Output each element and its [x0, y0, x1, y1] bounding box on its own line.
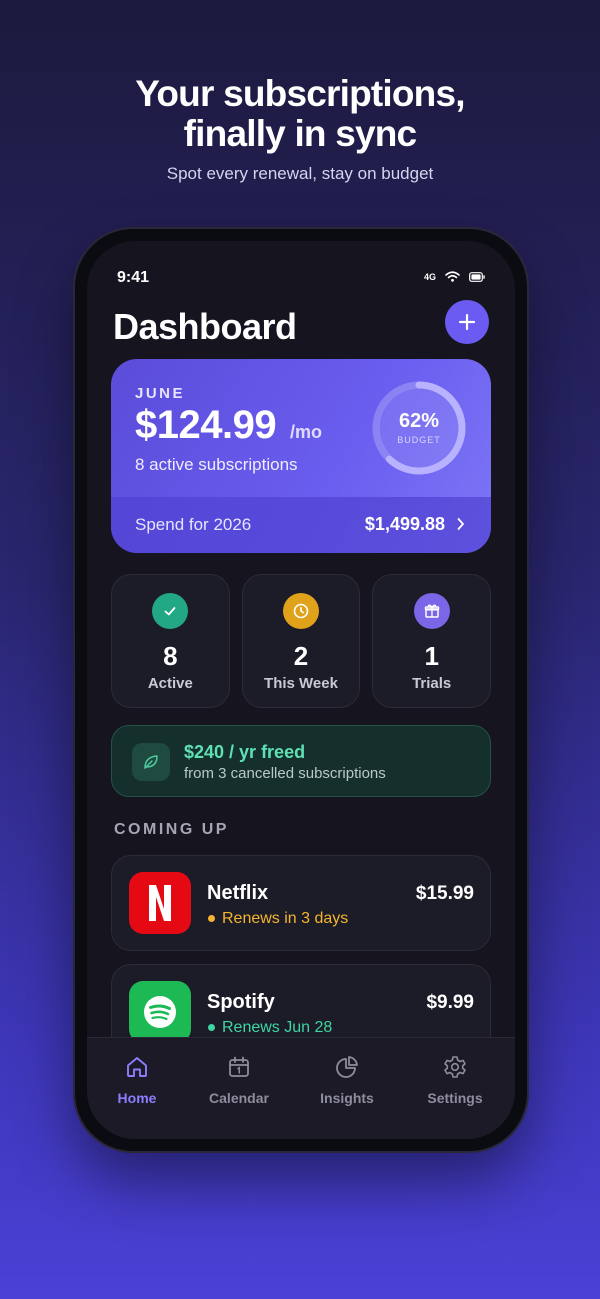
leaf-icon [132, 743, 170, 781]
tab-label: Home [117, 1090, 157, 1106]
tab-bar: Home Calendar Insights Settings [87, 1037, 515, 1139]
active-subscriptions-text: 8 active subscriptions [135, 455, 298, 474]
summary-month: JUNE [135, 385, 186, 402]
clock-icon [283, 593, 319, 629]
renewal-text: Renews Jun 28 [222, 1019, 333, 1036]
add-subscription-button[interactable] [445, 300, 489, 344]
stat-value: 1 [424, 641, 439, 671]
stat-value: 2 [293, 641, 309, 671]
tab-calendar[interactable]: Calendar [189, 1038, 289, 1128]
home-icon [127, 1057, 147, 1077]
network-label: 4G [423, 271, 436, 282]
status-dot [208, 1024, 215, 1031]
tab-label: Calendar [209, 1090, 269, 1106]
tab-settings[interactable]: Settings [405, 1038, 505, 1128]
stat-label: This Week [264, 675, 338, 692]
tab-label: Settings [427, 1090, 483, 1106]
coming-up-heading: COMING UP [114, 821, 229, 838]
savings-banner[interactable]: $240 / yr freed from 3 cancelled subscri… [111, 725, 491, 797]
stat-card-this-week[interactable]: 2 This Week [241, 574, 361, 708]
battery-icon [469, 271, 485, 282]
page-title: Dashboard [113, 306, 297, 347]
stats-row: 8 Active 2 This Week 1 Trials [111, 574, 492, 708]
stat-card-trials[interactable]: 1 Trials [372, 574, 492, 708]
budget-percent: 62% [398, 410, 440, 432]
status-bar: 9:41 4G [117, 269, 485, 289]
netflix-logo [129, 872, 191, 934]
subscription-name: Netflix [207, 882, 269, 904]
pie-chart-icon [336, 1056, 358, 1078]
stat-label: Active [147, 675, 193, 692]
chevron-right-icon [457, 518, 464, 530]
plus-icon [458, 313, 476, 331]
status-icons: 4G [424, 271, 485, 282]
hero-title: Your subscriptions, finally in sync [0, 74, 600, 154]
monthly-amount: $124.99 [135, 403, 277, 447]
phone-frame: 9:41 4G Dashboard JUNE $124.99 /mo 8 act… [75, 229, 527, 1151]
savings-title: $240 / yr freed [184, 742, 306, 762]
yearly-spend-label: Spend for 2026 [135, 515, 252, 534]
spotify-logo [129, 981, 191, 1043]
calendar-icon [229, 1056, 249, 1077]
stat-label: Trials [412, 675, 452, 692]
stat-card-active[interactable]: 8 Active [111, 574, 230, 708]
status-dot [208, 915, 215, 922]
hero-title-line2: finally in sync [183, 113, 418, 154]
subscription-name: Spotify [207, 991, 275, 1013]
gear-icon [444, 1056, 466, 1078]
savings-subtitle: from 3 cancelled subscriptions [184, 765, 386, 782]
subscription-price: $9.99 [426, 992, 474, 1013]
stat-value: 8 [163, 641, 178, 671]
hero-subtitle: Spot every renewal, stay on budget [166, 164, 434, 183]
hero-title-line1: Your subscriptions, [135, 73, 465, 114]
monthly-summary-card[interactable]: JUNE $124.99 /mo 8 active subscriptions … [111, 359, 491, 553]
check-icon [152, 593, 189, 629]
app-screen: 9:41 4G Dashboard JUNE $124.99 /mo 8 act… [87, 241, 515, 1139]
renewal-text: Renews in 3 days [222, 910, 349, 927]
wifi-icon [445, 271, 460, 282]
gift-icon [413, 593, 450, 629]
per-month-label: /mo [290, 422, 323, 442]
yearly-spend-value: $1,499.88 [364, 514, 445, 534]
status-time: 9:41 [117, 269, 150, 286]
subscription-card-netflix[interactable]: Netflix Renews in 3 days $15.99 [111, 855, 491, 951]
budget-label: BUDGET [397, 435, 441, 445]
tab-insights[interactable]: Insights [297, 1038, 397, 1128]
yearly-spend-row[interactable]: Spend for 2026 $1,499.88 [111, 497, 491, 553]
tab-home[interactable]: Home [87, 1038, 187, 1128]
subscription-price: $15.99 [415, 883, 474, 904]
budget-ring: 62% BUDGET [371, 380, 467, 476]
header: Dashboard [113, 298, 489, 347]
tab-label: Insights [320, 1090, 374, 1106]
